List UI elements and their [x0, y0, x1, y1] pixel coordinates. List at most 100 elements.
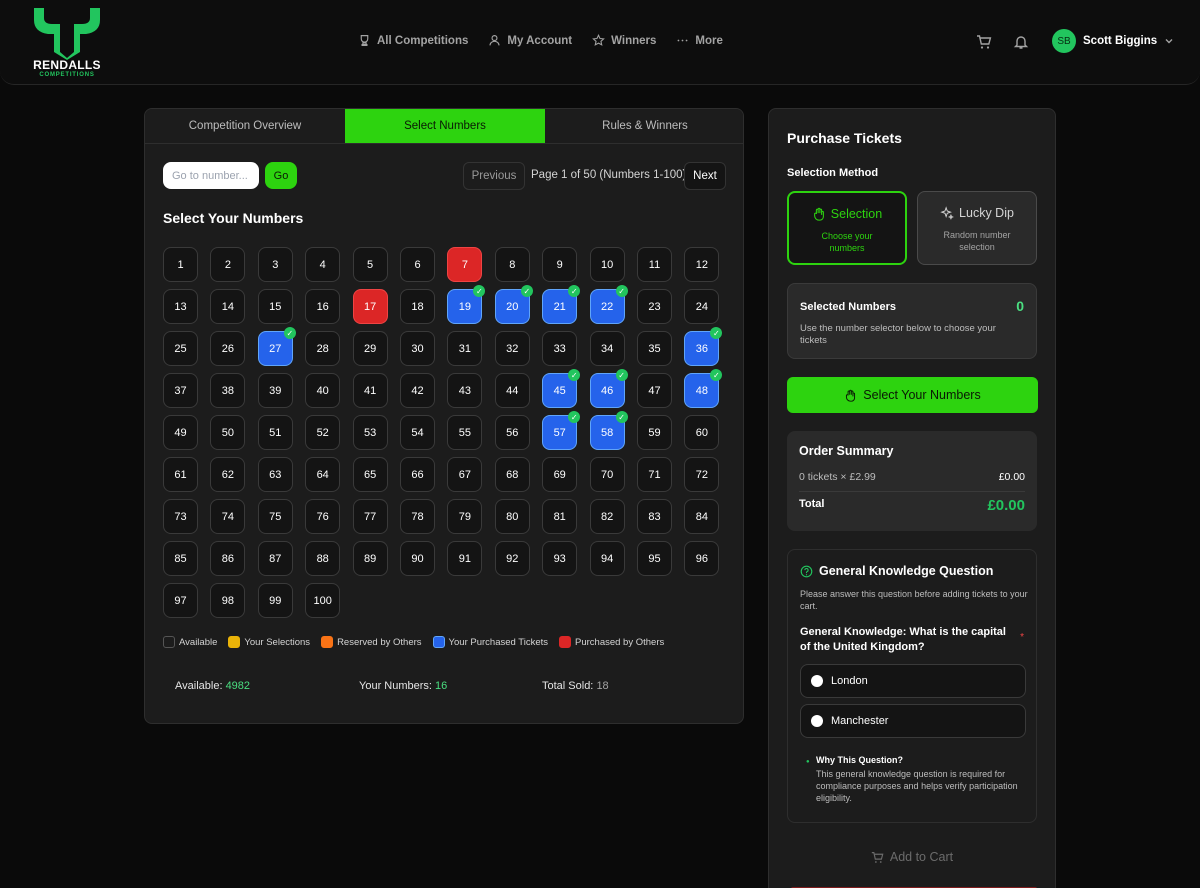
add-to-cart-button[interactable]: Add to Cart	[769, 850, 1055, 864]
user-menu[interactable]: SB Scott Biggins	[1052, 29, 1174, 53]
number-cell[interactable]: 43	[447, 373, 483, 408]
number-cell[interactable]: 36 ✓	[684, 327, 723, 366]
number-cell[interactable]: 27 ✓	[257, 327, 296, 366]
nav-all-competitions[interactable]: All Competitions	[358, 34, 468, 47]
number-cell[interactable]: 31	[447, 331, 483, 366]
number-cell[interactable]: 85	[163, 541, 198, 576]
number-cell[interactable]: 61	[163, 457, 198, 492]
number-cell[interactable]: 67	[447, 457, 483, 492]
number-cell[interactable]: 45 ✓	[542, 369, 581, 408]
number-cell[interactable]: 44	[494, 373, 530, 408]
radio-button[interactable]	[811, 715, 823, 727]
answer-option-manchester[interactable]: Manchester	[800, 704, 1026, 738]
nav-more[interactable]: More	[676, 34, 723, 47]
number-cell[interactable]: 65	[352, 457, 388, 492]
number-cell[interactable]: 42	[400, 373, 435, 408]
number-cell[interactable]: 63	[257, 457, 293, 492]
number-cell[interactable]: 6	[400, 247, 435, 282]
number-cell[interactable]: 10	[589, 247, 625, 282]
number-cell[interactable]: 22 ✓	[589, 285, 628, 324]
number-cell[interactable]: 40	[305, 373, 341, 408]
number-cell[interactable]: 15	[257, 289, 293, 324]
number-cell[interactable]: 56	[494, 415, 530, 450]
number-cell[interactable]: 19 ✓	[447, 285, 486, 324]
number-cell[interactable]: 30	[400, 331, 435, 366]
number-cell[interactable]: 7	[447, 247, 483, 282]
number-cell[interactable]: 38	[210, 373, 246, 408]
number-cell[interactable]: 25	[163, 331, 198, 366]
number-cell[interactable]: 57 ✓	[542, 411, 581, 450]
number-cell[interactable]: 84	[684, 499, 720, 534]
number-cell[interactable]: 59	[637, 415, 672, 450]
number-cell[interactable]: 24	[684, 289, 720, 324]
number-cell[interactable]: 32	[494, 331, 530, 366]
number-cell[interactable]: 26	[210, 331, 246, 366]
number-cell[interactable]: 17	[352, 289, 388, 324]
number-cell[interactable]: 28	[305, 331, 341, 366]
number-cell[interactable]: 83	[637, 499, 672, 534]
number-cell[interactable]: 94	[589, 541, 625, 576]
number-cell[interactable]: 70	[589, 457, 625, 492]
bell-icon[interactable]	[1013, 34, 1029, 50]
number-cell[interactable]: 34	[589, 331, 625, 366]
number-cell[interactable]: 92	[494, 541, 530, 576]
number-cell[interactable]: 62	[210, 457, 246, 492]
number-cell[interactable]: 2	[210, 247, 246, 282]
number-cell[interactable]: 46 ✓	[589, 369, 628, 408]
number-cell[interactable]: 16	[305, 289, 341, 324]
number-cell[interactable]: 96	[684, 541, 720, 576]
number-cell[interactable]: 20 ✓	[494, 285, 533, 324]
nav-winners[interactable]: Winners	[592, 34, 656, 47]
number-cell[interactable]: 91	[447, 541, 483, 576]
number-cell[interactable]: 86	[210, 541, 246, 576]
number-cell[interactable]: 41	[352, 373, 388, 408]
number-cell[interactable]: 9	[542, 247, 578, 282]
number-cell[interactable]: 60	[684, 415, 720, 450]
select-your-numbers-button[interactable]: Select Your Numbers	[787, 377, 1038, 413]
number-cell[interactable]: 54	[400, 415, 435, 450]
number-cell[interactable]: 68	[494, 457, 530, 492]
method-lucky-dip-card[interactable]: Lucky Dip Random number selection	[917, 191, 1037, 265]
number-cell[interactable]: 21 ✓	[542, 285, 581, 324]
number-cell[interactable]: 71	[637, 457, 672, 492]
number-cell[interactable]: 69	[542, 457, 578, 492]
number-cell[interactable]: 47	[637, 373, 672, 408]
number-cell[interactable]: 77	[352, 499, 388, 534]
number-cell[interactable]: 72	[684, 457, 720, 492]
number-cell[interactable]: 29	[352, 331, 388, 366]
number-cell[interactable]: 5	[352, 247, 388, 282]
tab-competition-overview[interactable]: Competition Overview	[145, 109, 345, 143]
number-cell[interactable]: 11	[637, 247, 672, 282]
number-cell[interactable]: 35	[637, 331, 672, 366]
number-cell[interactable]: 14	[210, 289, 246, 324]
number-cell[interactable]: 74	[210, 499, 246, 534]
number-cell[interactable]: 51	[257, 415, 293, 450]
number-cell[interactable]: 79	[447, 499, 483, 534]
number-cell[interactable]: 99	[257, 583, 293, 618]
number-cell[interactable]: 37	[163, 373, 198, 408]
number-cell[interactable]: 100	[305, 583, 341, 618]
number-cell[interactable]: 12	[684, 247, 720, 282]
number-cell[interactable]: 81	[542, 499, 578, 534]
number-cell[interactable]: 89	[352, 541, 388, 576]
number-cell[interactable]: 78	[400, 499, 435, 534]
number-cell[interactable]: 55	[447, 415, 483, 450]
number-cell[interactable]: 18	[400, 289, 435, 324]
number-cell[interactable]: 66	[400, 457, 435, 492]
number-cell[interactable]: 73	[163, 499, 198, 534]
number-cell[interactable]: 82	[589, 499, 625, 534]
number-cell[interactable]: 93	[542, 541, 578, 576]
number-cell[interactable]: 1	[163, 247, 198, 282]
number-cell[interactable]: 80	[494, 499, 530, 534]
cart-icon[interactable]	[976, 34, 992, 50]
number-cell[interactable]: 50	[210, 415, 246, 450]
number-cell[interactable]: 52	[305, 415, 341, 450]
number-cell[interactable]: 75	[257, 499, 293, 534]
number-cell[interactable]: 48 ✓	[684, 369, 723, 408]
number-cell[interactable]: 98	[210, 583, 246, 618]
radio-button[interactable]	[811, 675, 823, 687]
goto-number-input[interactable]	[163, 162, 259, 189]
number-cell[interactable]: 88	[305, 541, 341, 576]
next-page-button[interactable]: Next	[684, 162, 726, 190]
logo[interactable]: RENDALLS COMPETITIONS	[30, 6, 104, 80]
